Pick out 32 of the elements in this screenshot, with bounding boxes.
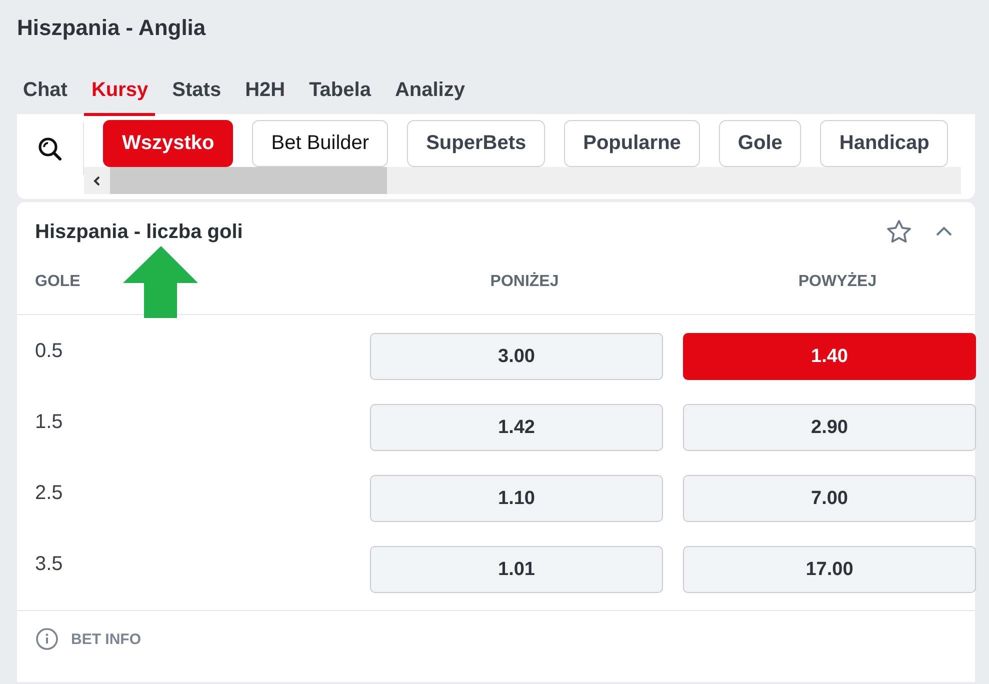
goal-line: 1.5 [35,411,64,434]
odds-button[interactable]: 1.42 [370,404,663,451]
tab[interactable]: Stats [165,69,228,116]
match-title: Hiszpania - Anglia [17,15,207,41]
filter-chip[interactable]: Bet Builder [252,120,388,167]
filter-chip[interactable]: SuperBets [407,120,546,167]
market-title: Hiszpania - liczba goli [35,220,244,244]
info-icon[interactable] [35,627,59,651]
goal-line: 3.5 [35,553,64,576]
goal-line: 2.5 [35,482,64,505]
horizontal-scrollbar[interactable] [84,167,961,194]
goal-line: 0.5 [35,340,64,363]
odds-button[interactable]: 1.40 [683,333,976,380]
filter-chip[interactable]: Handicap [820,120,948,167]
bet-info-label[interactable]: BET INFO [71,630,141,648]
column-header: GOLE [35,273,82,291]
odds-button[interactable]: 7.00 [683,475,976,522]
odds-button[interactable]: 2.90 [683,404,976,451]
column-header: PONIŻEJ [489,273,560,291]
filter-chip[interactable]: Wszystko [103,120,234,167]
odds-button[interactable]: 1.01 [370,546,663,593]
search-icon[interactable] [37,136,63,162]
tab[interactable]: Analizy [388,69,472,116]
tab[interactable]: Tabela [302,69,378,116]
tab[interactable]: H2H [238,69,292,116]
column-header: POWYŻEJ [797,273,878,291]
filter-chip[interactable]: Gole [718,120,802,167]
odds-button[interactable]: 3.00 [370,333,663,380]
odds-button[interactable]: 17.00 [683,546,976,593]
filter-chip[interactable]: Popularne [564,120,700,167]
tab[interactable]: Chat [16,69,74,116]
odds-button[interactable]: 1.10 [370,475,663,522]
